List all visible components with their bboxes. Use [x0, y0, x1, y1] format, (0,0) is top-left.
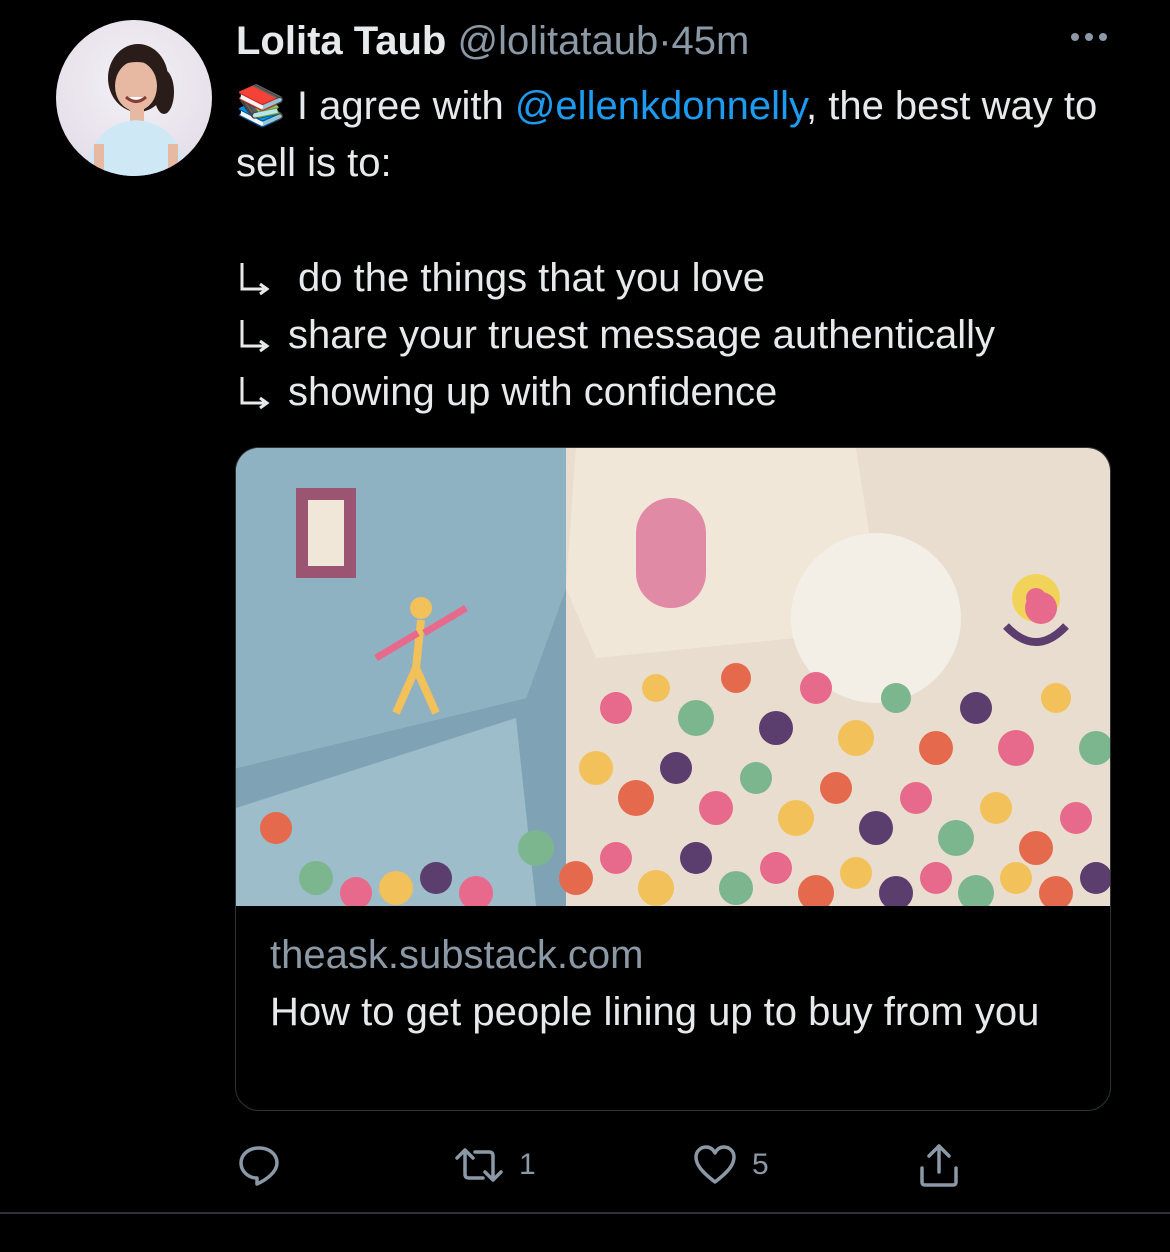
illustration-crowd-image[interactable] — [236, 448, 1111, 906]
tweet-text-intro: I agree with — [285, 84, 515, 128]
list-item: do the things that you love — [236, 250, 1136, 307]
return-arrow-icon — [240, 262, 270, 295]
avatar[interactable] — [56, 20, 212, 176]
heart-icon — [694, 1145, 736, 1184]
tweet-header: Lolita Taub @lolitataub·45m — [236, 18, 749, 64]
mention-link[interactable]: @ellenkdonnelly — [515, 84, 806, 128]
bullet-text: share your truest message authentically — [288, 313, 996, 357]
list-item: share your truest message authentically — [236, 307, 1136, 364]
tweet-actions: 1 5 — [236, 1140, 996, 1190]
like-button[interactable]: 5 — [692, 1140, 769, 1190]
share-button[interactable] — [916, 1140, 962, 1190]
tweet-text: 📚 I agree with @ellenkdonnelly, the best… — [236, 78, 1116, 192]
card-domain: theask.substack.com — [270, 933, 644, 977]
books-emoji: 📚 — [236, 84, 286, 128]
retweet-icon — [455, 1148, 503, 1182]
bullet-text: do the things that you love — [298, 256, 765, 300]
divider — [0, 1212, 1170, 1214]
profile-photo-icon — [86, 44, 186, 176]
list-item: showing up with confidence — [236, 364, 1136, 421]
card-title: How to get people lining up to buy from … — [270, 990, 1040, 1034]
like-count: 5 — [752, 1148, 769, 1181]
user-handle[interactable]: @lolitataub — [457, 19, 658, 63]
link-preview-card[interactable]: theask.substack.com How to get people li… — [235, 447, 1111, 1111]
bullet-list: do the things that you love share your t… — [236, 250, 1136, 421]
retweet-count: 1 — [519, 1148, 536, 1181]
tweet[interactable]: Lolita Taub @lolitataub·45m 📚 I agree wi… — [0, 0, 1170, 1252]
more-options-button[interactable] — [1066, 22, 1112, 52]
reply-icon — [239, 1146, 279, 1186]
share-icon — [920, 1144, 958, 1187]
timestamp[interactable]: 45m — [672, 19, 750, 63]
reply-button[interactable] — [236, 1140, 296, 1190]
return-arrow-icon — [240, 376, 270, 409]
return-arrow-icon — [240, 319, 270, 352]
separator-dot: · — [658, 19, 672, 63]
more-icon — [1071, 33, 1107, 41]
display-name[interactable]: Lolita Taub — [236, 19, 446, 63]
retweet-button[interactable]: 1 — [453, 1140, 536, 1190]
bullet-text: showing up with confidence — [288, 370, 778, 414]
